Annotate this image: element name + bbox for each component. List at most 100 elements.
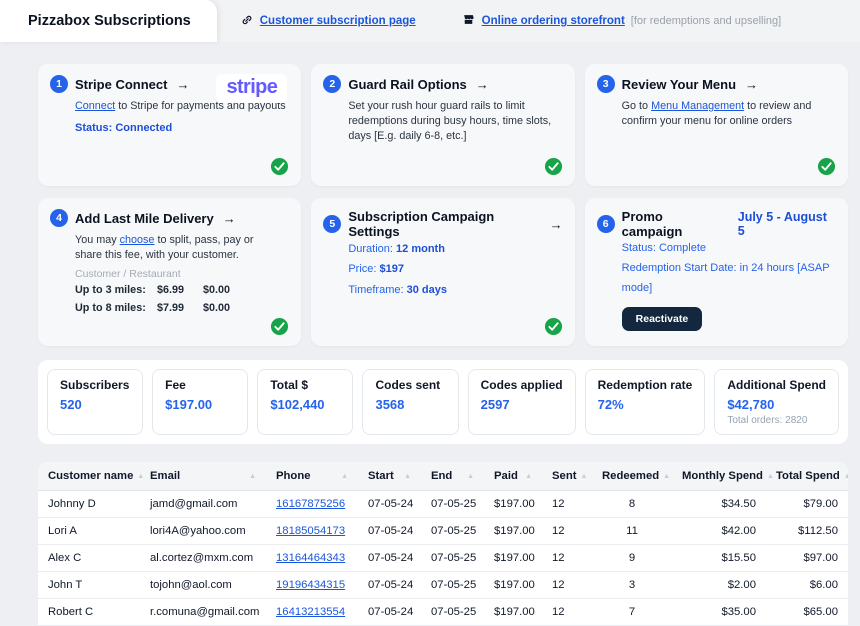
card-title[interactable]: Review Your Menu bbox=[622, 77, 736, 92]
menu-management-link[interactable]: Menu Management bbox=[651, 100, 744, 112]
card-review-your-menu: 3 Review Your Menu → Go to Menu Manageme… bbox=[584, 64, 848, 186]
cell-total-spend: $65.00 bbox=[766, 598, 848, 626]
table-row: Lori A lori4A@yahoo.com 18185054173 07-0… bbox=[38, 517, 848, 545]
card-stripe-connect: 1 Stripe Connect → stripe Connect to Str… bbox=[38, 64, 302, 186]
card-title: Promo campaign bbox=[621, 209, 683, 239]
phone-link[interactable]: 16413213554 bbox=[276, 606, 345, 618]
fee-range-label: Up to 3 miles: bbox=[75, 284, 146, 297]
cell-sent: 12 bbox=[542, 544, 592, 572]
cell-phone: 16413213554 bbox=[266, 598, 358, 626]
stat-redemption-rate: Redemption rate 72% bbox=[584, 369, 706, 435]
fee-row: Up to 8 miles: $7.99 $0.00 bbox=[75, 300, 289, 316]
chain-link-icon bbox=[241, 14, 253, 29]
cell-monthly-spend: $2.00 bbox=[672, 571, 766, 599]
cell-email: tojohn@aol.com bbox=[140, 571, 266, 599]
sort-asc-icon[interactable]: ▲ bbox=[844, 473, 848, 480]
cell-redeemed: 9 bbox=[592, 544, 672, 572]
setting-label: Price: bbox=[348, 263, 380, 276]
sort-asc-icon[interactable]: ▲ bbox=[404, 473, 411, 480]
card-header: 4 Add Last Mile Delivery → bbox=[50, 209, 289, 227]
phone-link[interactable]: 16167875256 bbox=[276, 498, 345, 510]
card-header: 6 Promo campaign July 5 - August 5 bbox=[596, 209, 836, 239]
sort-asc-icon[interactable]: ▲ bbox=[767, 473, 774, 480]
col-header-customer-name[interactable]: Customer name ▲ bbox=[38, 462, 144, 491]
setting-label: Timeframe: bbox=[348, 283, 407, 296]
arrow-icon: → bbox=[745, 76, 759, 92]
setting-value: $197 bbox=[379, 263, 404, 276]
sort-asc-icon[interactable]: ▲ bbox=[580, 473, 587, 480]
choose-link[interactable]: choose bbox=[120, 234, 155, 246]
col-header-monthly-spend[interactable]: Monthly Spend ▲ bbox=[672, 462, 774, 491]
stat-sub-label: Total orders: 2820 bbox=[727, 415, 808, 426]
card-body: You may choose to split, pass, pay or sh… bbox=[75, 233, 271, 263]
subscribers-table-card: Customer name ▲ Email ▲ Phone ▲ Start ▲ End ▲… bbox=[38, 462, 848, 626]
setting-value: 30 days bbox=[406, 283, 447, 296]
cell-sent: 12 bbox=[542, 517, 592, 545]
col-header-paid[interactable]: Paid ▲ bbox=[484, 462, 542, 491]
reactivate-button[interactable]: Reactivate bbox=[621, 307, 703, 332]
storefront-icon bbox=[462, 13, 475, 29]
card-title[interactable]: Guard Rail Options bbox=[348, 77, 466, 92]
sort-asc-icon[interactable]: ▲ bbox=[525, 473, 532, 480]
sort-asc-icon[interactable]: ▲ bbox=[249, 473, 256, 480]
nav-link-customer-subscription-page[interactable]: Customer subscription page bbox=[241, 14, 416, 29]
card-title[interactable]: Stripe Connect bbox=[75, 77, 167, 92]
cell-paid: $197.00 bbox=[484, 544, 542, 572]
sort-asc-icon[interactable]: ▲ bbox=[341, 473, 348, 480]
step-number-badge: 4 bbox=[50, 209, 68, 227]
table-row: Johnny D jamd@gmail.com 16167875256 07-0… bbox=[38, 490, 848, 518]
cell-paid: $197.00 bbox=[484, 517, 542, 545]
cell-customer-name: John T bbox=[38, 571, 140, 599]
sort-asc-icon[interactable]: ▲ bbox=[467, 473, 474, 480]
stat-codes-sent: Codes sent 3568 bbox=[362, 369, 459, 435]
table-row: John T tojohn@aol.com 19196434315 07-05-… bbox=[38, 571, 848, 599]
cell-total-spend: $6.00 bbox=[766, 571, 848, 599]
phone-link[interactable]: 18185054173 bbox=[276, 525, 345, 537]
cell-monthly-spend: $15.50 bbox=[672, 544, 766, 572]
phone-link[interactable]: 13164464343 bbox=[276, 552, 345, 564]
cell-phone: 19196434315 bbox=[266, 571, 358, 599]
col-header-redeemed[interactable]: Redeemed ▲ bbox=[592, 462, 672, 491]
sort-asc-icon[interactable]: ▲ bbox=[137, 473, 144, 480]
stat-value: $42,780 bbox=[727, 397, 775, 412]
check-circle-icon bbox=[270, 157, 289, 176]
stat-value: $197.00 bbox=[165, 397, 213, 412]
col-header-phone[interactable]: Phone ▲ bbox=[266, 462, 358, 491]
stat-codes-applied: Codes applied 2597 bbox=[467, 369, 576, 435]
table-header-row: Customer name ▲ Email ▲ Phone ▲ Start ▲ End ▲… bbox=[38, 462, 848, 491]
cell-end-date: 07-05-25 bbox=[421, 544, 484, 572]
promo-status: Status: Complete bbox=[621, 242, 707, 254]
promo-date-range: July 5 - August 5 bbox=[737, 210, 827, 238]
card-subscription-campaign-settings: 5 Subscription Campaign Settings → Durat… bbox=[311, 198, 575, 346]
fee-row: Up to 3 miles: $6.99 $0.00 bbox=[75, 282, 289, 298]
step-number-badge: 2 bbox=[323, 75, 342, 93]
stats-bar: Subscribers 520 Fee $197.00 Total $ $102… bbox=[38, 360, 848, 444]
nav-link-online-ordering-storefront[interactable]: Online ordering storefront bbox=[462, 13, 625, 29]
col-header-total-spend[interactable]: Total Spend ▲ bbox=[766, 462, 848, 491]
col-header-start[interactable]: Start ▲ bbox=[358, 462, 421, 491]
cell-total-spend: $97.00 bbox=[766, 544, 848, 572]
card-title[interactable]: Subscription Campaign Settings bbox=[348, 209, 540, 239]
cell-phone: 16167875256 bbox=[266, 490, 358, 518]
col-header-email[interactable]: Email ▲ bbox=[140, 462, 266, 491]
fee-customer-value: $6.99 bbox=[157, 284, 185, 297]
card-body-text: You may bbox=[75, 234, 120, 246]
phone-link[interactable]: 19196434315 bbox=[276, 579, 345, 591]
nav-group-storefront: Online ordering storefront [for redempti… bbox=[462, 13, 781, 29]
cell-end-date: 07-05-25 bbox=[421, 517, 484, 545]
promo-redemption-start: Redemption Start Date: in 24 hours [ASAP… bbox=[621, 261, 830, 294]
col-header-sent[interactable]: Sent ▲ bbox=[542, 462, 592, 491]
stat-value: $102,440 bbox=[270, 397, 325, 412]
card-body-text: Set your rush hour guard rails to limit … bbox=[348, 100, 552, 143]
connect-link[interactable]: Connect bbox=[75, 100, 115, 112]
step-number-badge: 3 bbox=[596, 75, 615, 93]
col-header-end[interactable]: End ▲ bbox=[421, 462, 484, 491]
card-title[interactable]: Add Last Mile Delivery bbox=[75, 211, 214, 226]
page-title: Pizzabox Subscriptions bbox=[28, 13, 191, 29]
cell-monthly-spend: $34.50 bbox=[672, 490, 766, 518]
nav-link-label: Customer subscription page bbox=[259, 15, 416, 27]
sort-asc-icon[interactable]: ▲ bbox=[663, 473, 670, 480]
stat-label: Codes applied bbox=[480, 378, 563, 392]
cell-paid: $197.00 bbox=[484, 598, 542, 626]
cell-redeemed: 11 bbox=[592, 517, 672, 545]
